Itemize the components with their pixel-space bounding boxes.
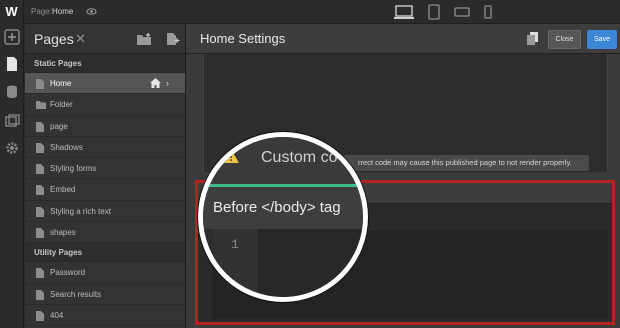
page-label: Folder xyxy=(50,100,73,110)
add-icon[interactable] xyxy=(4,29,20,45)
page-row[interactable]: 404 xyxy=(25,305,185,327)
eye-icon[interactable] xyxy=(86,6,97,17)
settings-header: Home Settings Close Save xyxy=(186,24,620,54)
page-label: 404 xyxy=(50,310,64,320)
line-number: 1 xyxy=(231,237,239,252)
warning-message: rrect code may cause this published page… xyxy=(358,158,572,167)
page-label: Styling a rich text xyxy=(50,206,111,216)
file-icon xyxy=(36,142,44,153)
close-icon[interactable]: ✕ xyxy=(75,31,86,47)
page-label: Page: xyxy=(31,7,52,16)
page-row[interactable]: Styling forms xyxy=(25,158,185,180)
cms-icon[interactable] xyxy=(4,84,20,100)
file-icon xyxy=(36,121,44,132)
pages-panel-header: Pages ✕ xyxy=(25,24,185,54)
settings-title: Home Settings xyxy=(200,31,286,46)
page-row[interactable]: Password xyxy=(25,262,185,284)
file-icon xyxy=(36,164,44,175)
mobile-portrait-icon[interactable] xyxy=(483,3,493,21)
settings-gear-icon[interactable] xyxy=(4,140,20,156)
assets-icon[interactable] xyxy=(4,113,20,129)
file-icon xyxy=(36,268,44,279)
page-label: Shadows xyxy=(50,142,83,152)
left-toolbar xyxy=(0,24,24,328)
page-row[interactable]: Folder xyxy=(25,94,185,116)
utility-pages-list: Password Search results 404 xyxy=(25,262,185,327)
page-row[interactable]: Home › xyxy=(25,73,185,95)
custom-code-heading: Custom co xyxy=(261,149,338,166)
page-label: Embed xyxy=(50,185,76,195)
page-label: shapes xyxy=(50,228,76,238)
pages-panel: Pages ✕ Static Pages Home › Folder page Shad… xyxy=(25,24,186,328)
page-row[interactable]: page xyxy=(25,116,185,137)
page-row[interactable]: Shadows xyxy=(25,137,185,159)
file-icon xyxy=(36,185,44,196)
tablet-icon[interactable] xyxy=(428,3,440,21)
warning-icon xyxy=(223,149,239,163)
file-icon xyxy=(36,228,44,239)
page-label: Styling forms xyxy=(50,164,97,174)
page-row[interactable]: shapes xyxy=(25,222,185,244)
static-pages-heading: Static Pages xyxy=(25,54,185,73)
page-row[interactable]: Search results xyxy=(25,284,185,305)
desktop-icon[interactable] xyxy=(394,3,414,21)
page-row[interactable]: Styling a rich text xyxy=(25,201,185,223)
duplicate-icon[interactable] xyxy=(527,32,539,45)
magnifier-callout: Custom co Before </body> tag 1 xyxy=(198,132,368,302)
close-button[interactable]: Close xyxy=(548,30,581,49)
pages-panel-title: Pages xyxy=(34,31,74,47)
page-row[interactable]: Embed xyxy=(25,179,185,201)
add-page-icon[interactable] xyxy=(164,32,180,46)
add-folder-icon[interactable] xyxy=(136,32,152,46)
pages-icon[interactable] xyxy=(4,56,20,72)
file-icon xyxy=(36,289,44,300)
file-icon xyxy=(36,79,44,89)
chevron-right-icon[interactable]: › xyxy=(166,78,169,88)
static-pages-list: Home › Folder page Shadows Styling forms Embed… xyxy=(25,73,185,244)
folder-icon xyxy=(36,101,46,110)
page-label: Search results xyxy=(50,289,102,299)
save-button[interactable]: Save xyxy=(587,30,617,49)
page-label: Home xyxy=(50,79,72,88)
page-label: Password xyxy=(50,268,86,278)
file-icon xyxy=(36,310,44,321)
before-body-tag-label: Before </body> tag xyxy=(213,199,341,216)
page-label: page xyxy=(50,121,68,131)
current-page-name[interactable]: Home xyxy=(52,7,73,16)
file-icon xyxy=(36,206,44,217)
home-icon xyxy=(150,78,161,88)
webflow-logo[interactable]: W xyxy=(0,0,24,24)
top-bar: W Page: Home xyxy=(0,0,620,24)
mobile-landscape-icon[interactable] xyxy=(454,3,470,21)
utility-pages-heading: Utility Pages xyxy=(25,243,185,263)
